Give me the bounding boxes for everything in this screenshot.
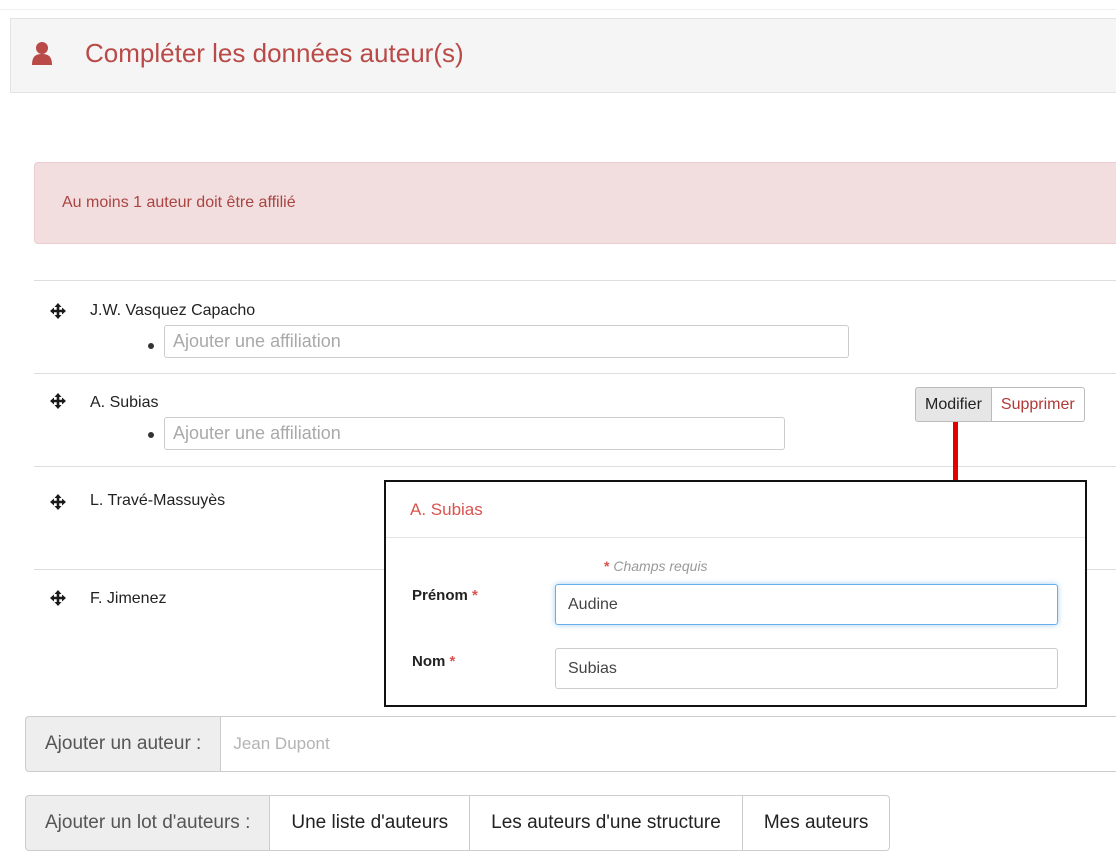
author-name: L. Travé-Massuyès <box>90 492 226 509</box>
firstname-field[interactable] <box>555 584 1058 625</box>
affiliation-input[interactable] <box>164 325 849 358</box>
affiliation-input[interactable] <box>164 417 785 450</box>
alert-message: Au moins 1 auteur doit être affilié <box>34 162 1116 244</box>
author-item: J.W. Vasquez Capacho <box>34 280 1116 373</box>
top-divider <box>0 0 1116 10</box>
lastname-label: Nom * <box>412 653 455 670</box>
edit-author-modal: A. Subias * Champs requis Prénom * Nom * <box>384 480 1087 707</box>
required-star: * <box>604 558 610 574</box>
add-batch-group: Ajouter un lot d'auteurs : Une liste d'a… <box>25 795 891 851</box>
my-authors-button[interactable]: Mes auteurs <box>742 795 891 851</box>
move-icon[interactable] <box>50 303 66 319</box>
firstname-label: Prénom * <box>412 587 478 604</box>
move-icon[interactable] <box>50 494 66 510</box>
author-actions: Modifier Supprimer <box>915 387 1085 422</box>
panel-heading: Compléter les données auteur(s) <box>10 18 1116 93</box>
move-icon[interactable] <box>50 393 66 409</box>
required-star: * <box>472 587 478 604</box>
add-author-input[interactable] <box>221 716 1116 772</box>
required-note: * Champs requis <box>604 558 708 574</box>
lastname-label-text: Nom <box>412 653 446 670</box>
firstname-label-text: Prénom <box>412 587 468 604</box>
user-icon <box>32 42 52 65</box>
structure-authors-button[interactable]: Les auteurs d'une structure <box>470 795 743 851</box>
delete-button[interactable]: Supprimer <box>991 387 1085 422</box>
bullet <box>148 343 154 349</box>
modal-title: A. Subias <box>410 500 483 519</box>
alert-text: Au moins 1 auteur doit être affilié <box>62 194 296 211</box>
author-name: J.W. Vasquez Capacho <box>90 302 256 319</box>
author-list-button[interactable]: Une liste d'auteurs <box>270 795 471 851</box>
add-batch-label: Ajouter un lot d'auteurs : <box>25 795 271 851</box>
add-author-group: Ajouter un auteur : <box>25 716 1116 772</box>
author-name: A. Subias <box>90 394 159 411</box>
move-icon[interactable] <box>50 590 66 606</box>
lastname-field[interactable] <box>555 648 1058 689</box>
modal-header: A. Subias <box>386 482 1085 538</box>
author-name: F. Jimenez <box>90 590 167 607</box>
required-note-text: Champs requis <box>613 558 708 574</box>
bullet <box>148 432 154 438</box>
required-star: * <box>449 653 456 670</box>
page-title: Compléter les données auteur(s) <box>85 38 464 68</box>
modify-button[interactable]: Modifier <box>915 387 992 422</box>
add-author-label: Ajouter un auteur : <box>25 716 222 772</box>
